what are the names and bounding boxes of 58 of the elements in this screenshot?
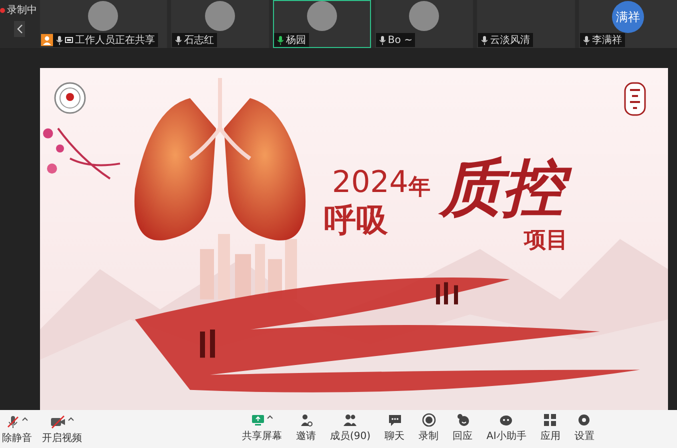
recording-label: 录制中 xyxy=(0,3,37,17)
record-icon xyxy=(422,413,436,427)
participant-tile[interactable]: 杨园 xyxy=(272,0,371,48)
slide-year-suffix: 年 xyxy=(408,176,430,200)
video-button[interactable]: 开启视频 xyxy=(40,414,84,444)
participant-name: 石志红 xyxy=(184,34,214,46)
react-button[interactable]: 回应 xyxy=(450,413,475,442)
apps-button[interactable]: 应用 xyxy=(538,413,562,442)
ai-button[interactable]: AI小助手 xyxy=(484,413,528,442)
mic-icon xyxy=(378,36,386,44)
avatar-initials: 满祥 xyxy=(612,1,644,33)
slide-calligraphy-title: 质控 xyxy=(440,152,572,224)
slide-year: 2024 xyxy=(332,166,408,200)
screen-share-icon xyxy=(65,36,73,44)
mic-active-icon xyxy=(276,36,284,44)
collapse-button[interactable] xyxy=(14,21,25,37)
participant-tile[interactable]: Bo ~ xyxy=(374,0,473,48)
video-off-icon xyxy=(50,414,66,428)
emblem-logo xyxy=(54,82,86,114)
mic-icon xyxy=(480,36,488,44)
participant-name: 工作人员正在共享 xyxy=(75,34,155,46)
mic-icon xyxy=(582,36,590,44)
avatar-photo-placeholder xyxy=(306,1,337,31)
caret-icon[interactable] xyxy=(22,416,28,420)
caret-icon[interactable] xyxy=(267,415,273,419)
invite-icon xyxy=(299,413,313,427)
caret-icon[interactable] xyxy=(68,416,74,420)
members-icon xyxy=(343,413,358,427)
participant-name: Bo ~ xyxy=(388,34,412,46)
record-button[interactable]: 录制 xyxy=(416,413,441,442)
slide-subtitle: 项目 xyxy=(524,228,568,254)
apps-icon xyxy=(543,413,558,427)
avatar-photo-placeholder xyxy=(408,1,439,31)
avatar-photo-placeholder xyxy=(88,1,118,31)
unmute-button[interactable]: 除静音 xyxy=(0,414,34,444)
participant-name: 杨园 xyxy=(286,34,306,46)
invite-button[interactable]: 邀请 xyxy=(294,413,318,442)
host-icon xyxy=(41,34,53,46)
members-button[interactable]: 成员(90) xyxy=(328,413,373,442)
avatar-photo-placeholder xyxy=(204,1,235,31)
slide-title: 呼吸 xyxy=(324,202,388,238)
settings-icon xyxy=(577,413,592,427)
participant-name: 李满祥 xyxy=(592,34,622,46)
mic-icon xyxy=(174,36,182,44)
participant-tile[interactable]: 云淡风清 xyxy=(476,0,575,48)
mic-icon xyxy=(56,36,63,44)
settings-button[interactable]: 设置 xyxy=(572,413,596,442)
seal-icon xyxy=(624,82,646,116)
participant-tile[interactable]: 满祥 李满祥 xyxy=(578,0,677,48)
participant-name: 云淡风清 xyxy=(490,34,530,46)
chat-icon xyxy=(388,413,402,427)
share-icon xyxy=(251,413,265,427)
chevron-left-icon xyxy=(16,24,22,34)
participant-tile[interactable]: 石志红 xyxy=(170,0,269,48)
participant-tile[interactable]: 工作人员正在共享 xyxy=(40,0,167,48)
muted-mic-icon xyxy=(6,414,20,428)
chat-button[interactable]: 聊天 xyxy=(382,413,407,442)
share-button[interactable]: 共享屏幕 xyxy=(240,413,284,442)
